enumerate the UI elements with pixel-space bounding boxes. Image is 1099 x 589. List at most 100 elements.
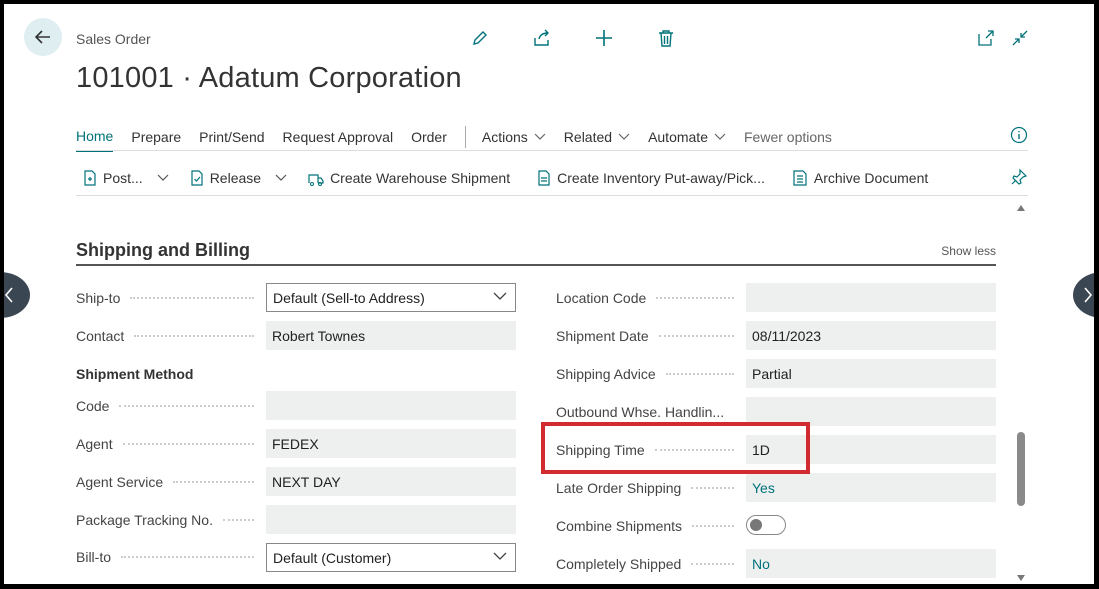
release-dropdown[interactable] — [267, 163, 295, 193]
location-code-label: Location Code — [556, 290, 647, 306]
show-less-button[interactable]: Show less — [941, 244, 996, 258]
agent-label-row: Agent — [76, 430, 262, 458]
tab-print-send[interactable]: Print/Send — [199, 122, 264, 152]
release-button[interactable]: Release — [183, 163, 267, 193]
info-button[interactable] — [1010, 126, 1028, 147]
bill-to-select[interactable]: Default (Customer) — [266, 543, 516, 572]
tab-divider — [464, 126, 466, 148]
open-in-new-icon — [978, 30, 994, 46]
breadcrumb: Sales Order — [76, 31, 151, 47]
fewer-options-button[interactable]: Fewer options — [744, 122, 832, 152]
archive-document-label: Archive Document — [813, 170, 929, 186]
tab-automate[interactable]: Automate — [648, 122, 726, 152]
tab-automate-label: Automate — [648, 129, 708, 145]
collapse-button[interactable] — [1008, 26, 1032, 50]
edit-button[interactable] — [449, 26, 511, 50]
chevron-down-icon — [157, 174, 169, 181]
tab-actions-label: Actions — [481, 129, 528, 145]
create-inventory-put-away-pick-button[interactable]: Create Inventory Put-away/Pick... — [530, 163, 771, 193]
agent-service-label-row: Agent Service — [76, 468, 262, 496]
plus-icon — [596, 30, 612, 46]
arrow-left-icon — [34, 30, 50, 44]
tab-prepare[interactable]: Prepare — [131, 122, 181, 152]
contact-label-row: Contact — [76, 322, 262, 350]
trash-icon — [659, 30, 673, 47]
shipping-advice-label-row: Shipping Advice — [556, 360, 742, 388]
package-tracking-field[interactable] — [266, 505, 516, 534]
shipping-time-highlight-box — [541, 422, 810, 474]
archive-document-button[interactable]: Archive Document — [785, 163, 934, 193]
action-tabs: Home Prepare Print/Send Request Approval… — [76, 122, 1028, 152]
package-tracking-label-row: Package Tracking No. — [76, 506, 262, 534]
scroll-up-arrow-icon[interactable] — [1016, 204, 1026, 212]
scroll-down-arrow-icon[interactable] — [1016, 574, 1026, 582]
chevron-right-icon — [1084, 287, 1093, 303]
agent-field[interactable]: FEDEX — [266, 429, 516, 458]
tab-related[interactable]: Related — [564, 122, 630, 152]
late-order-shipping-field[interactable]: Yes — [746, 473, 996, 502]
pin-toolbar-button[interactable] — [1010, 168, 1028, 189]
tabs-divider — [76, 150, 1028, 151]
section-title[interactable]: Shipping and Billing — [76, 240, 250, 261]
tab-order[interactable]: Order — [411, 122, 447, 152]
chevron-down-icon — [534, 133, 546, 140]
toggle-knob — [750, 519, 762, 531]
shipment-date-field[interactable]: 08/11/2023 — [746, 321, 996, 350]
collapse-icon — [1012, 30, 1028, 46]
bill-to-label: Bill-to — [76, 549, 112, 565]
late-order-shipping-label: Late Order Shipping — [556, 480, 682, 496]
completely-shipped-field[interactable]: No — [746, 549, 996, 578]
action-toolbar: Post... Release Create Warehouse Shipmen… — [76, 160, 1028, 196]
pencil-icon — [473, 31, 487, 45]
post-dropdown[interactable] — [149, 163, 177, 193]
ship-to-label: Ship-to — [76, 290, 121, 306]
app-frame: Sales Order 101001 · Adatum Corporation … — [4, 4, 1094, 584]
chevron-down-icon — [714, 133, 726, 140]
chevron-down-icon — [618, 133, 630, 140]
contact-field[interactable]: Robert Townes — [266, 321, 516, 350]
create-warehouse-shipment-button[interactable]: Create Warehouse Shipment — [301, 163, 516, 193]
share-icon — [534, 29, 549, 46]
combine-shipments-label: Combine Shipments — [556, 518, 683, 534]
share-button[interactable] — [511, 26, 573, 50]
combine-shipments-toggle[interactable] — [746, 515, 786, 535]
agent-service-field[interactable]: NEXT DAY — [266, 467, 516, 496]
bill-to-value: Default (Customer) — [273, 549, 392, 566]
tab-home[interactable]: Home — [76, 122, 114, 152]
bill-to-label-row: Bill-to — [76, 543, 262, 571]
vertical-scrollbar[interactable] — [1015, 200, 1027, 584]
ship-to-value: Default (Sell-to Address) — [273, 289, 425, 306]
code-field[interactable] — [266, 391, 516, 420]
package-tracking-label: Package Tracking No. — [76, 512, 213, 528]
chevron-down-icon — [493, 552, 507, 560]
inventory-document-icon — [538, 170, 550, 186]
post-document-icon — [84, 170, 96, 186]
chevron-down-icon — [275, 174, 287, 181]
back-button[interactable] — [24, 18, 62, 56]
release-label: Release — [209, 170, 262, 186]
chevron-down-icon — [493, 292, 507, 300]
release-document-icon — [191, 170, 203, 186]
tab-actions[interactable]: Actions — [482, 122, 546, 152]
completely-shipped-label: Completely Shipped — [556, 556, 682, 572]
location-code-field[interactable] — [746, 283, 996, 312]
next-record-button[interactable] — [1073, 272, 1094, 318]
pin-icon — [1011, 168, 1028, 185]
info-icon — [1010, 126, 1028, 144]
new-button[interactable] — [573, 26, 635, 50]
shipping-advice-field[interactable]: Partial — [746, 359, 996, 388]
shipping-advice-label: Shipping Advice — [556, 366, 656, 382]
ship-to-select[interactable]: Default (Sell-to Address) — [266, 283, 516, 312]
post-button[interactable]: Post... — [76, 163, 149, 193]
delete-button[interactable] — [635, 26, 697, 50]
tab-request-approval[interactable]: Request Approval — [283, 122, 394, 152]
outbound-whse-label: Outbound Whse. Handlin... — [556, 404, 725, 420]
create-warehouse-shipment-label: Create Warehouse Shipment — [330, 170, 511, 186]
scroll-thumb[interactable] — [1017, 432, 1025, 506]
agent-service-label: Agent Service — [76, 474, 164, 490]
previous-record-button[interactable] — [4, 272, 30, 318]
shipment-date-label: Shipment Date — [556, 328, 649, 344]
code-label: Code — [76, 398, 110, 414]
open-new-window-button[interactable] — [974, 26, 998, 50]
agent-label: Agent — [76, 436, 113, 452]
